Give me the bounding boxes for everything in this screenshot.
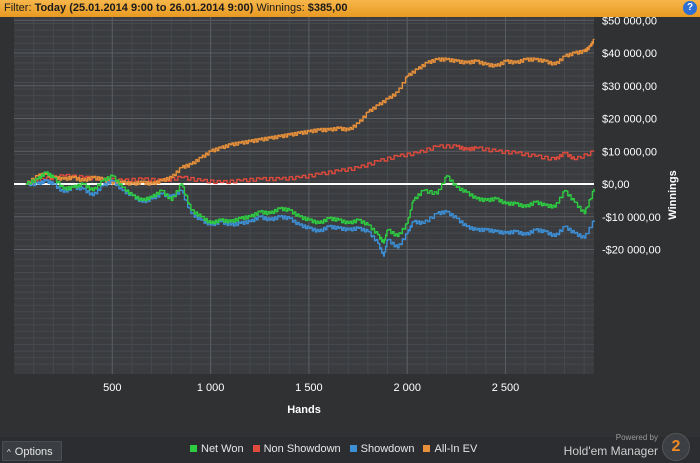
y-tick-label: $0,00 <box>602 179 630 191</box>
chart-legend: Net Won Non Showdown Showdown All-In EV <box>190 443 486 455</box>
plot-background <box>14 17 594 374</box>
y-tick-label: -$20 000,00 <box>602 245 661 257</box>
brand-name: Hold'em Manager <box>563 444 658 458</box>
y-tick-label: $30 000,00 <box>602 81 657 93</box>
powered-by-text: Powered by <box>615 433 658 442</box>
y-tick-label: -$10 000,00 <box>602 212 661 224</box>
x-tick-label: 2 000 <box>393 382 421 394</box>
filter-bar[interactable]: Filter: Today (25.01.2014 9:00 to 26.01.… <box>0 0 700 17</box>
chevron-up-icon: ^ <box>7 448 11 457</box>
legend-item-showdown[interactable]: Showdown <box>349 443 415 455</box>
legend-item-net-won[interactable]: Net Won <box>190 443 244 455</box>
legend-label: Showdown <box>360 443 415 455</box>
hm2-logo-icon: 2 <box>662 433 690 461</box>
winnings-chart: 500 1 000 1 500 2 000 2 500 $50 000,00 $40 00… <box>14 17 679 416</box>
filter-label: Filter: <box>4 2 32 14</box>
filter-value: Today (25.01.2014 9:00 to 26.01.2014 9:0… <box>34 2 254 14</box>
legend-label: Non Showdown <box>263 443 341 455</box>
x-tick-label: 2 500 <box>492 382 520 394</box>
options-button[interactable]: ^ Options <box>2 441 62 461</box>
winnings-label: Winnings: <box>256 2 305 14</box>
legend-item-all-in-ev[interactable]: All-In EV <box>423 443 477 455</box>
legend-swatch <box>423 445 431 452</box>
legend-item-non-showdown[interactable]: Non Showdown <box>252 443 341 455</box>
y-tick-label: $50 000,00 <box>602 17 657 27</box>
x-tick-label: 1 500 <box>295 382 323 394</box>
y-tick-label: $20 000,00 <box>602 114 657 126</box>
x-tick-label: 500 <box>103 382 121 394</box>
legend-label: Net Won <box>201 443 244 455</box>
y-tick-label: $10 000,00 <box>602 146 657 158</box>
legend-swatch <box>190 445 197 452</box>
help-icon[interactable]: ? <box>683 1 697 15</box>
x-axis-label: Hands <box>287 404 321 416</box>
chart-area: 500 1 000 1 500 2 000 2 500 $50 000,00 $40 00… <box>0 17 700 437</box>
legend-label: All-In EV <box>434 443 478 455</box>
legend-swatch <box>252 445 260 452</box>
y-axis-label: Winnings <box>667 170 679 219</box>
legend-swatch <box>349 445 357 452</box>
winnings-value: $385,00 <box>307 2 348 14</box>
y-tick-label: $40 000,00 <box>602 48 657 60</box>
x-tick-label: 1 000 <box>197 382 225 394</box>
options-label: Options <box>14 446 53 458</box>
